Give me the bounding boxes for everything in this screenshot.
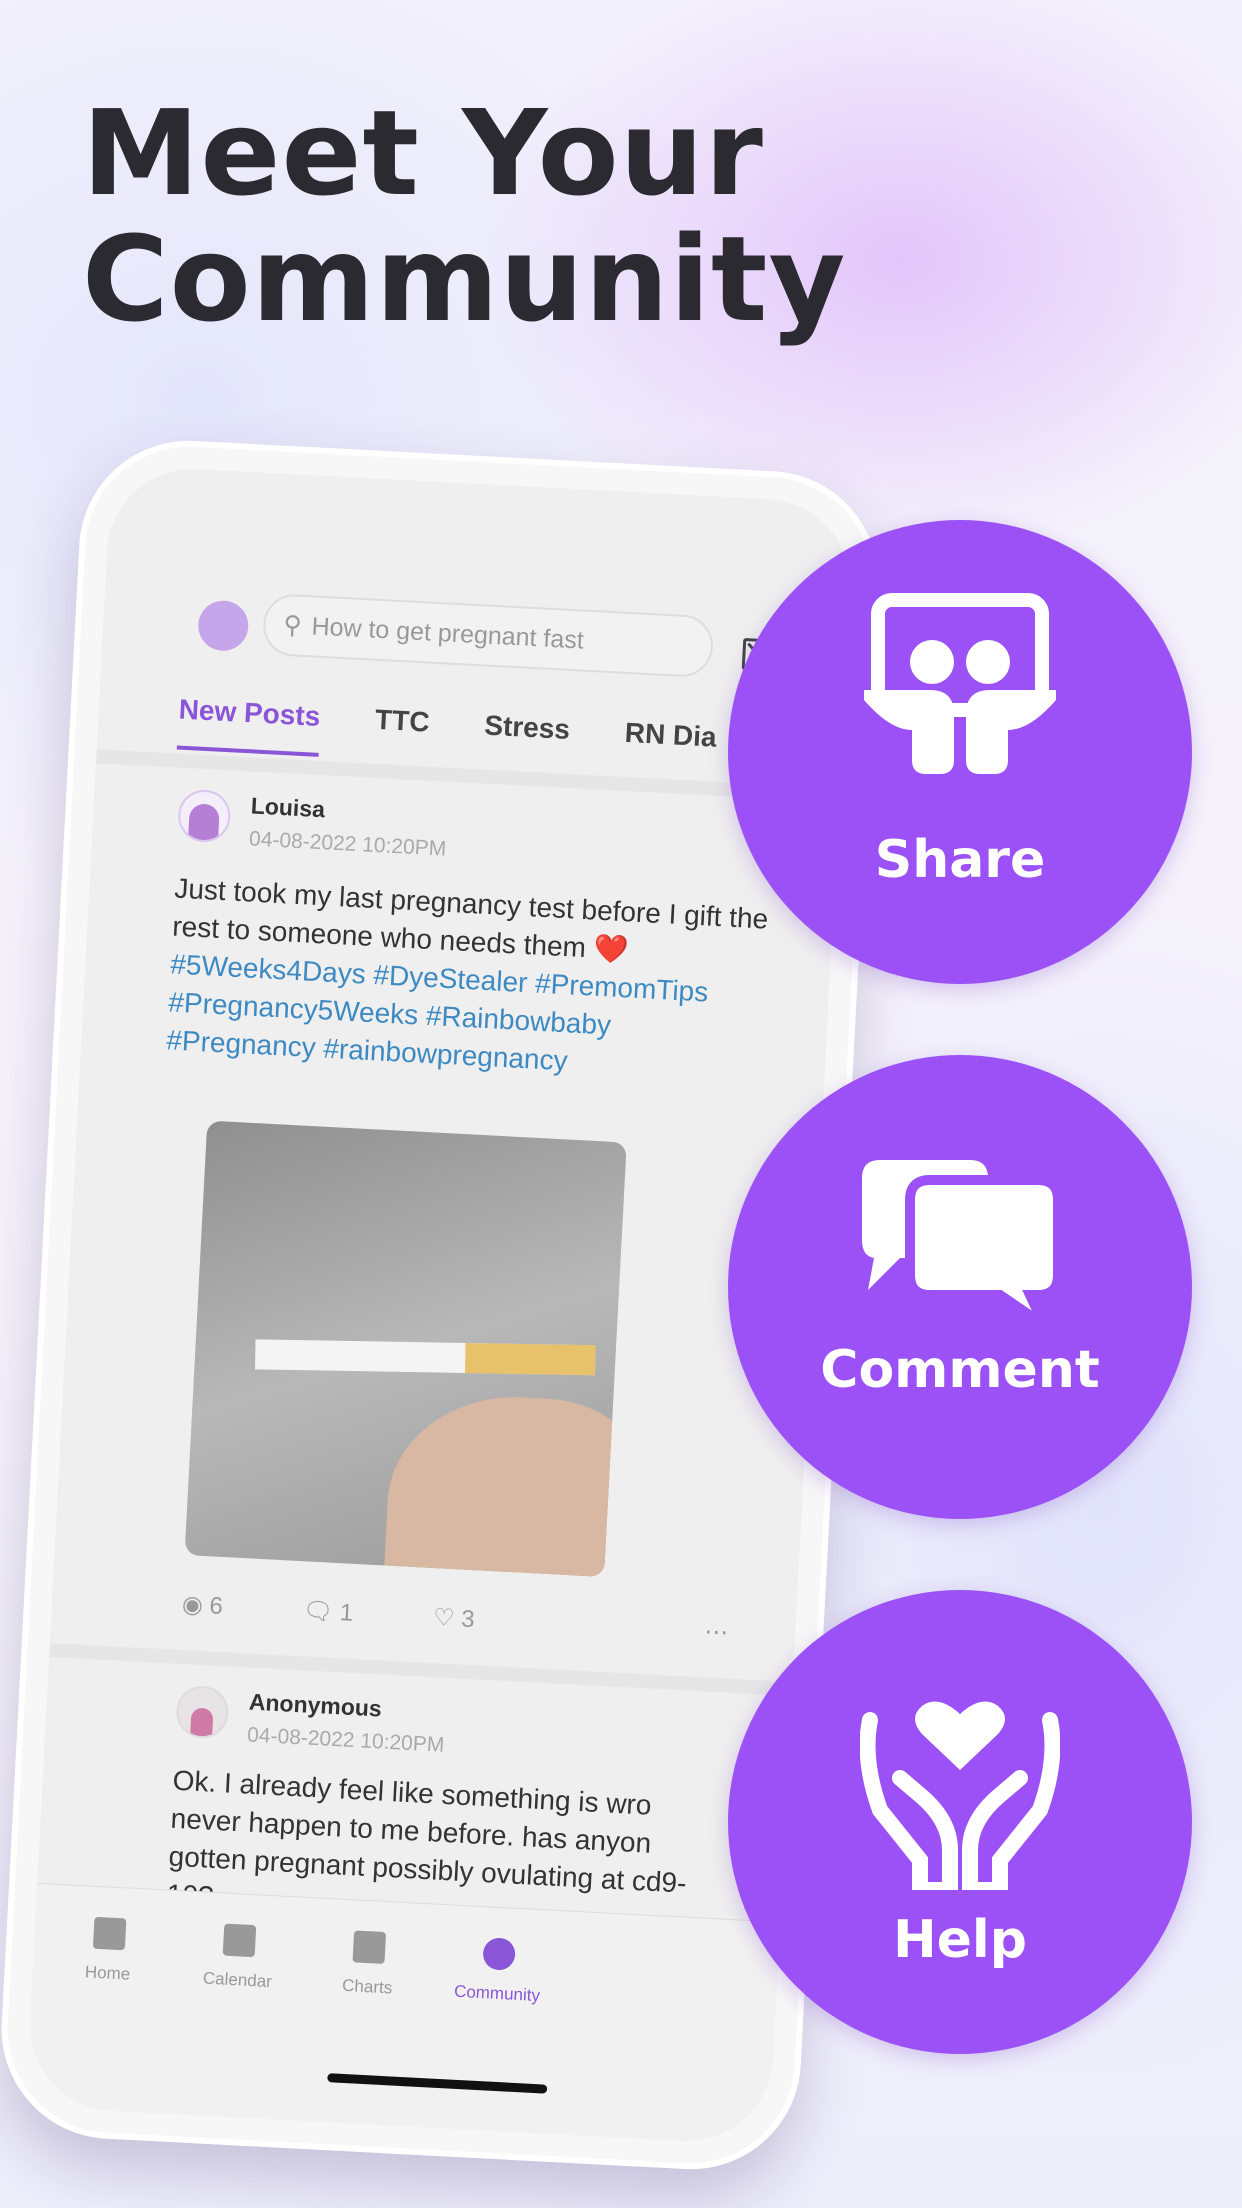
profile-avatar[interactable] bbox=[196, 599, 250, 652]
headline: Meet Your Community bbox=[82, 90, 846, 342]
like-button[interactable]: ♡ 3 bbox=[432, 1603, 475, 1634]
share-label: Share bbox=[874, 830, 1046, 890]
more-options-icon[interactable]: ⋯ bbox=[704, 1617, 729, 1647]
post-stats: ◉ 6 🗨 1 ♡ 3 ⋯ bbox=[181, 1590, 729, 1648]
hands-heart-icon bbox=[860, 1701, 1060, 1890]
share-icon bbox=[864, 593, 1056, 774]
tab-rn-dia[interactable]: RN Dia bbox=[623, 717, 717, 778]
feature-share: Share bbox=[728, 520, 1192, 984]
tab-new-posts[interactable]: New Posts bbox=[176, 693, 322, 757]
post-hashtags[interactable]: #5Weeks4Days #DyeStealer #PremomTips #Pr… bbox=[166, 948, 709, 1076]
views-count: ◉ 6 bbox=[181, 1590, 224, 1621]
help-label: Help bbox=[893, 1910, 1027, 1970]
post-author: Louisa bbox=[250, 792, 326, 823]
nav-home[interactable]: Home bbox=[52, 1915, 165, 1987]
chart-icon bbox=[352, 1930, 387, 1964]
headline-line-1: Meet Your bbox=[82, 84, 764, 222]
feature-comment: Comment bbox=[728, 1055, 1192, 1519]
post-card[interactable]: Louisa 04-08-2022 10:20PM Just took my l… bbox=[165, 788, 778, 1091]
nav-calendar[interactable]: Calendar bbox=[182, 1922, 295, 1994]
nav-community[interactable]: Community bbox=[442, 1935, 555, 2007]
nav-charts[interactable]: Charts bbox=[312, 1928, 425, 2000]
author-avatar bbox=[175, 1684, 230, 1740]
author-avatar bbox=[176, 788, 232, 844]
home-icon bbox=[92, 1916, 127, 1951]
tab-ttc[interactable]: TTC bbox=[373, 704, 430, 763]
post-date: 04-08-2022 10:20PM bbox=[248, 827, 447, 861]
comments-button[interactable]: 🗨 1 bbox=[302, 1596, 354, 1628]
calendar-icon bbox=[222, 1923, 257, 1958]
search-icon: ⚲ bbox=[282, 610, 303, 640]
divider bbox=[49, 1643, 793, 1696]
post-date: 04-08-2022 10:20PM bbox=[246, 1723, 445, 1757]
headline-line-2: Community bbox=[82, 210, 847, 348]
feature-help: Help bbox=[728, 1590, 1192, 2054]
tab-stress[interactable]: Stress bbox=[482, 710, 571, 770]
post-author: Anonymous bbox=[248, 1688, 383, 1722]
search-input[interactable]: ⚲ How to get pregnant fast bbox=[261, 592, 715, 679]
bottom-nav: Home Calendar Charts Community bbox=[25, 1882, 781, 2146]
chat-bubbles-icon bbox=[862, 1160, 1060, 1340]
community-icon bbox=[482, 1937, 516, 1971]
search-placeholder: How to get pregnant fast bbox=[310, 611, 585, 655]
post-text: Just took my last pregnancy test before … bbox=[171, 872, 769, 966]
comment-label: Comment bbox=[820, 1340, 1100, 1400]
post-photo[interactable] bbox=[184, 1120, 627, 1577]
